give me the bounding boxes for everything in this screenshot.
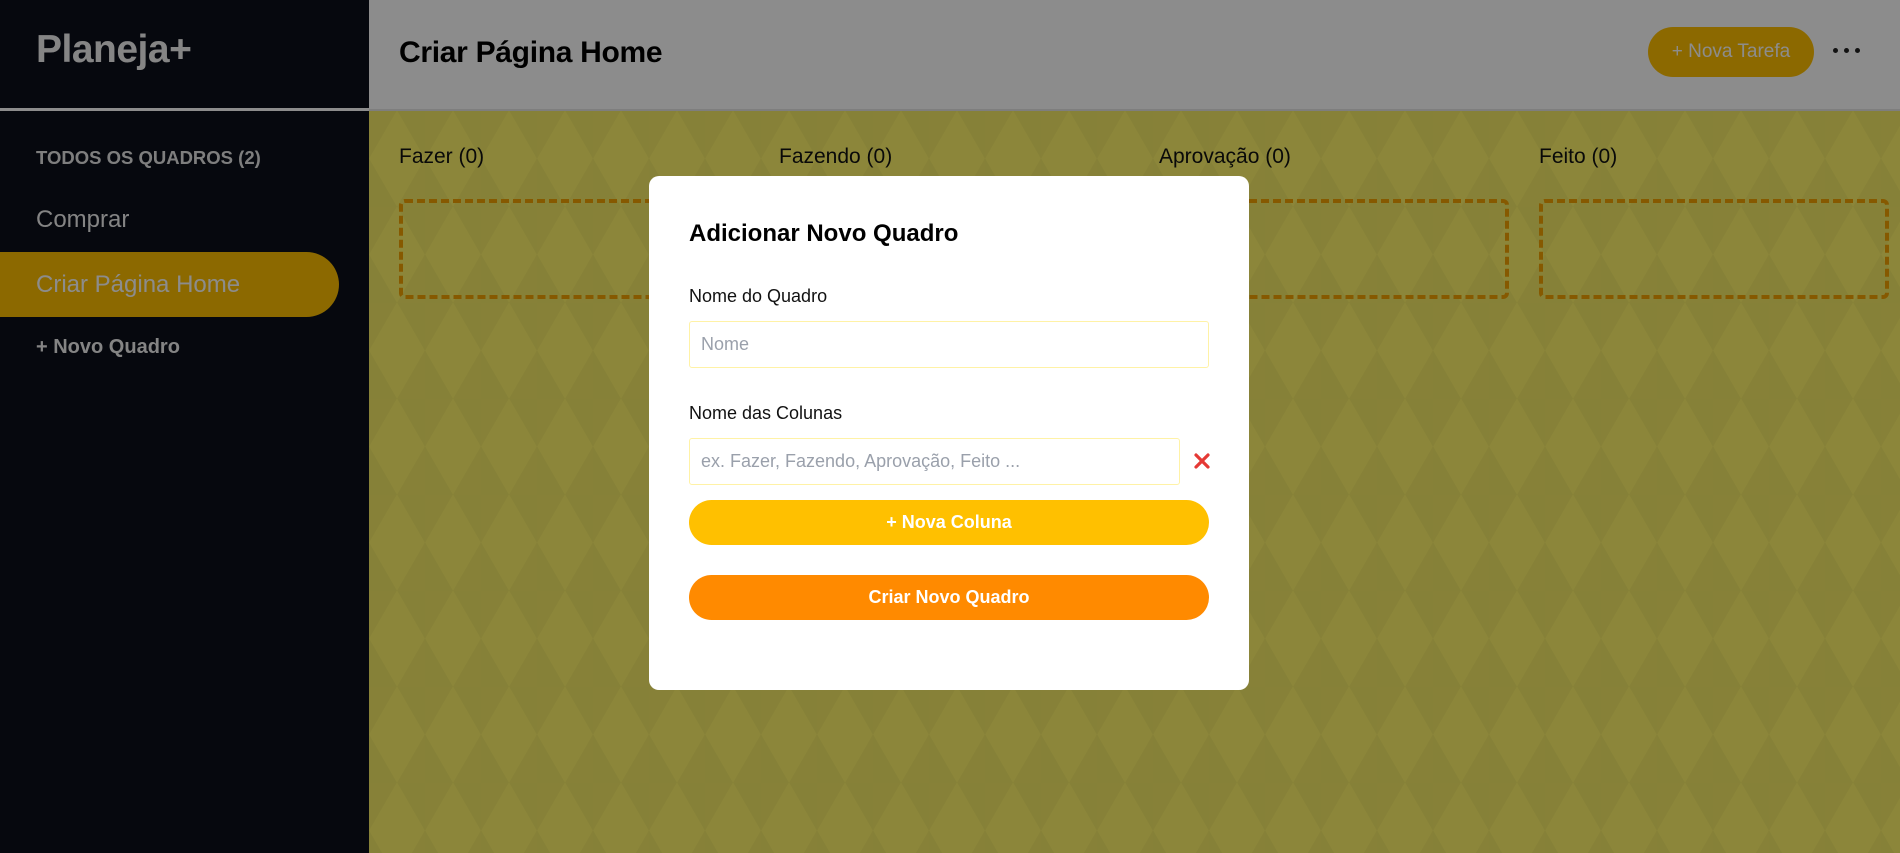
close-icon[interactable] [1189,448,1215,474]
add-column-button[interactable]: + Nova Coluna [689,500,1209,545]
modal-title: Adicionar Novo Quadro [689,220,959,247]
app-root: Planeja+ TODOS OS QUADROS (2) Comprar Cr… [0,0,1900,853]
board-name-input[interactable] [689,321,1209,368]
board-name-label: Nome do Quadro [689,286,828,306]
add-board-modal: Adicionar Novo Quadro Nome do Quadro Nom… [649,176,1249,690]
columns-label: Nome das Colunas [689,403,843,423]
column-name-input[interactable] [689,438,1180,485]
create-board-button[interactable]: Criar Novo Quadro [689,575,1209,620]
